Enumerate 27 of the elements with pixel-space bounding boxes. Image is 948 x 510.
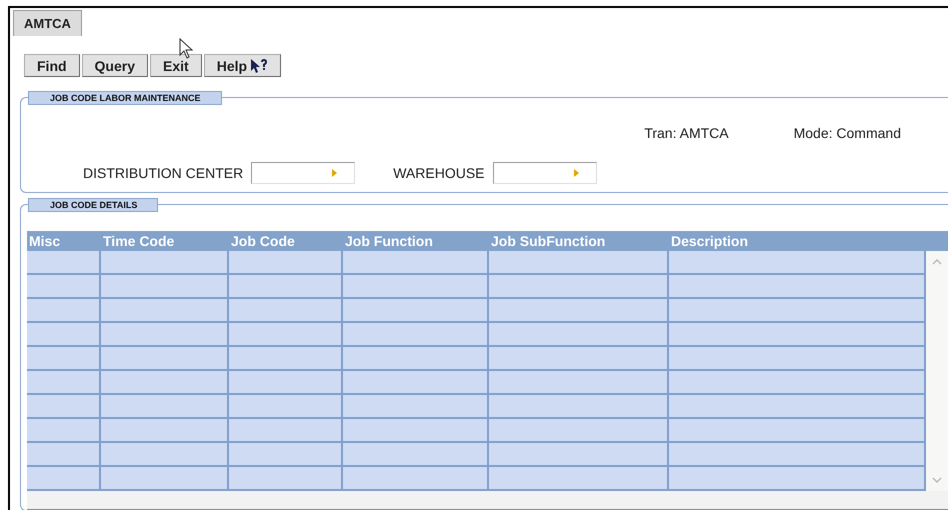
toolbar-button[interactable]: Query (82, 54, 148, 77)
column-header: Misc (28, 232, 62, 251)
scrollbar[interactable] (926, 251, 948, 491)
help-icon (250, 58, 268, 74)
lookup-field[interactable] (492, 162, 597, 184)
caret-icon (332, 169, 338, 177)
tab[interactable]: AMTCA (13, 10, 82, 36)
mode-label: Mode: Command (794, 125, 901, 141)
cursor-icon (179, 38, 195, 60)
field-label: DISTRIBUTION CENTER (83, 165, 244, 181)
toolbar-button[interactable]: Exit (150, 54, 202, 77)
column-header: Description (670, 232, 750, 251)
toolbar-button[interactable]: Find (24, 54, 80, 77)
lookup-field[interactable] (251, 162, 356, 184)
section-title: JOB CODE DETAILS (28, 198, 158, 212)
column-header: Job SubFunction (490, 232, 606, 251)
scroll-down-icon (932, 477, 942, 483)
field-label: WAREHOUSE (393, 165, 485, 181)
transaction-label: Tran: AMTCA (644, 125, 729, 141)
section-title: JOB CODE LABOR MAINTENANCE (28, 91, 222, 105)
caret-icon (574, 169, 579, 177)
column-header: Time Code (102, 232, 176, 251)
scroll-up-icon (932, 259, 942, 265)
column-header: Job Function (344, 232, 434, 251)
column-header: Job Code (230, 232, 296, 251)
horizontal-scrollbar[interactable] (27, 491, 948, 510)
help-button[interactable]: Help (204, 54, 282, 77)
